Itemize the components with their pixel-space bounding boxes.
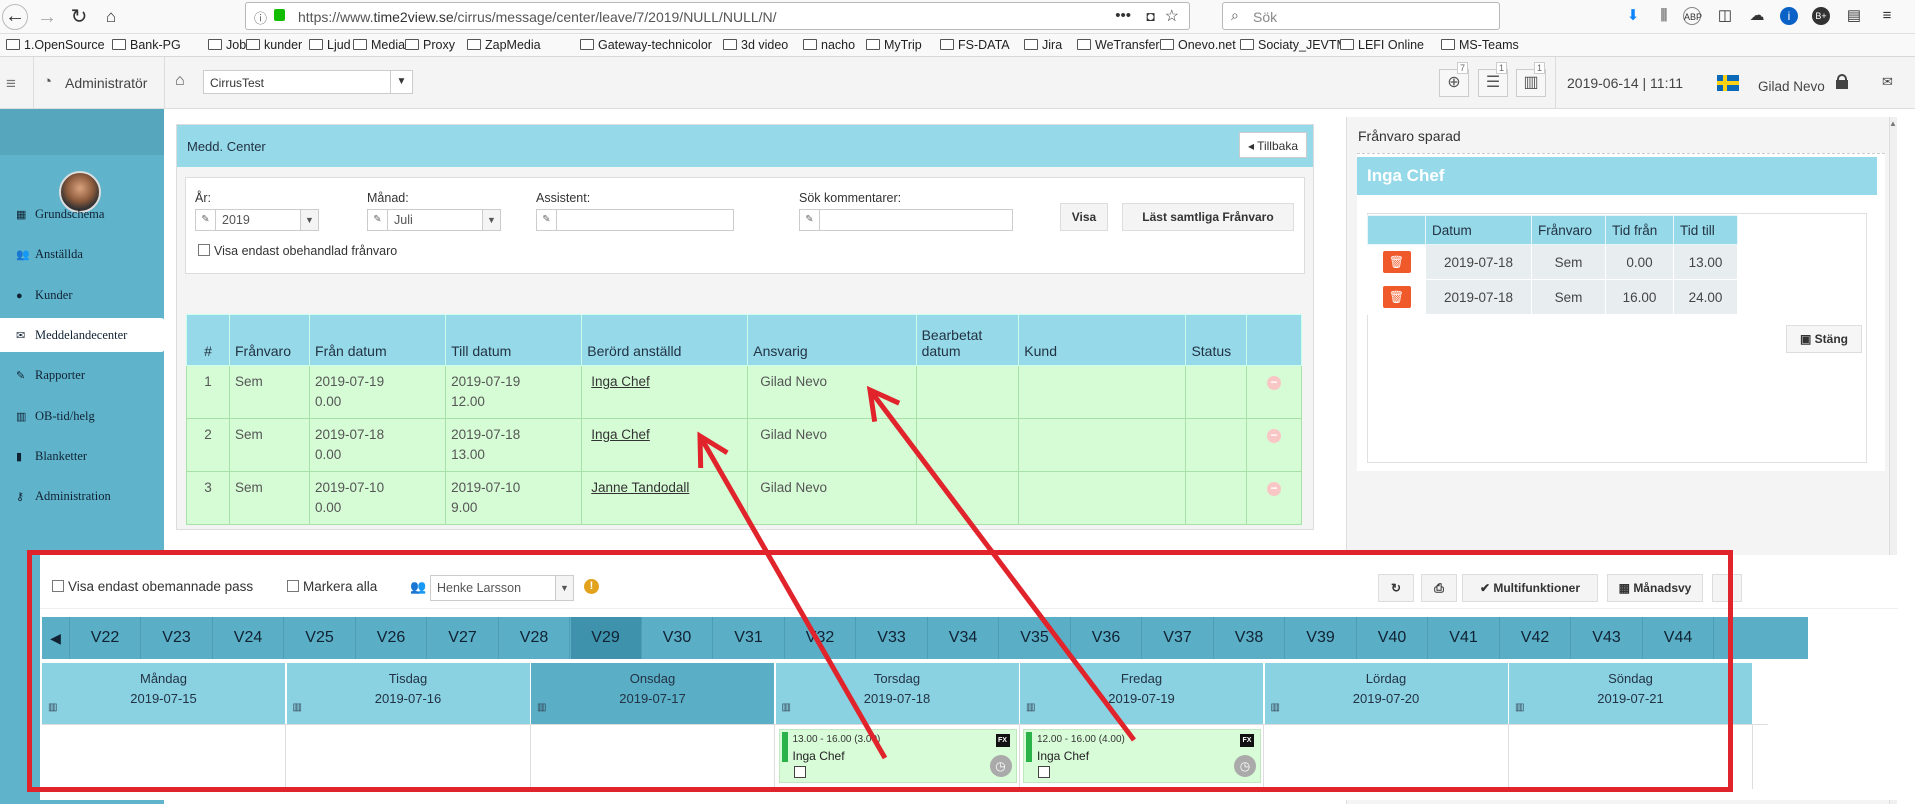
annotation-arrows: [697, 385, 1136, 760]
annotation-arrow-line: [697, 434, 888, 760]
arrow-group: [697, 385, 1136, 760]
annotation-arrow-line: [868, 388, 1136, 742]
